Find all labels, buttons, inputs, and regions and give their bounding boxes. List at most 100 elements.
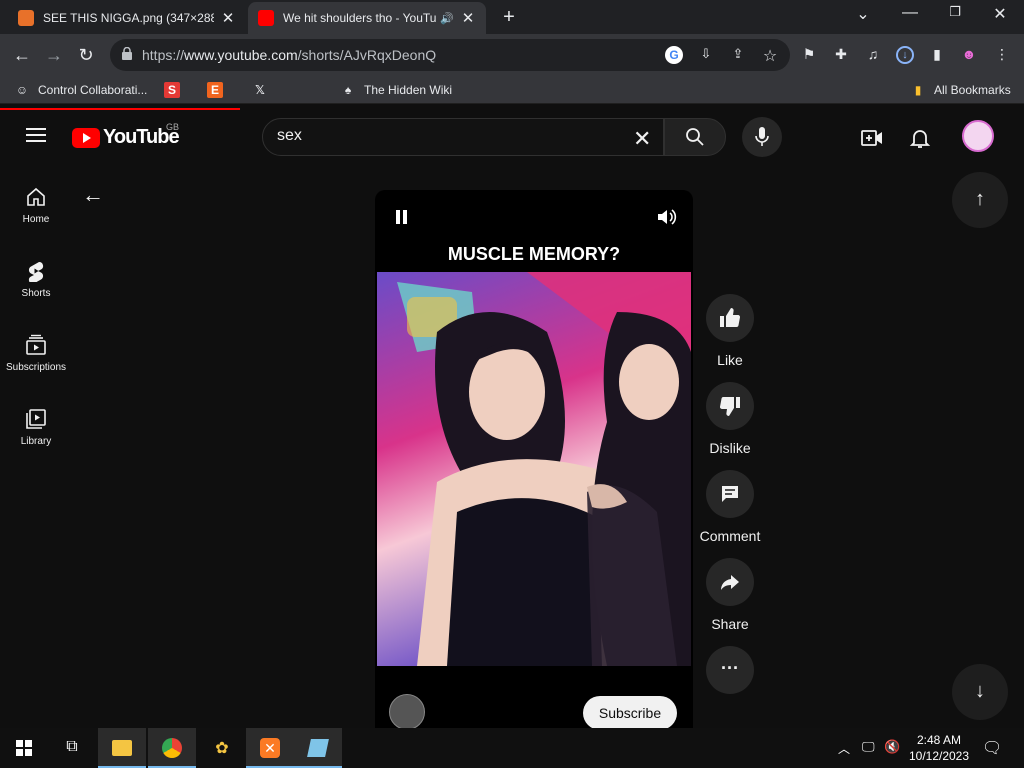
- subscribe-button[interactable]: Subscribe: [583, 696, 677, 730]
- create-video-icon[interactable]: [860, 126, 884, 150]
- taskbar-file-explorer[interactable]: [98, 728, 146, 768]
- sidebar-item-library[interactable]: Library: [0, 408, 72, 447]
- more-action[interactable]: ···: [698, 646, 762, 694]
- start-button[interactable]: [0, 728, 48, 768]
- notifications-icon[interactable]: 🗨: [982, 738, 1002, 758]
- taskbar-clock[interactable]: 2:48 AM 10/12/2023: [906, 732, 972, 764]
- bookmark-etsy[interactable]: E: [207, 82, 231, 98]
- search-icon: [686, 128, 704, 146]
- shorts-player[interactable]: MUSCLE MEMORY? Subscribe: [375, 190, 693, 730]
- new-tab-button[interactable]: +: [499, 6, 519, 29]
- more-options-button[interactable]: ···: [706, 646, 754, 694]
- reload-button[interactable]: ↻: [74, 43, 98, 67]
- download-icon[interactable]: ↓: [896, 46, 914, 64]
- bookmark-label: The Hidden Wiki: [364, 83, 453, 97]
- search-input[interactable]: [277, 127, 607, 145]
- sidebar-item-shorts[interactable]: Shorts: [0, 260, 72, 299]
- restore-button[interactable]: ❐: [935, 4, 975, 20]
- taskbar-chrome[interactable]: [148, 728, 196, 768]
- onion-icon: ♠: [344, 83, 352, 97]
- channel-avatar[interactable]: [389, 694, 425, 730]
- task-view-button[interactable]: ⧉: [48, 728, 96, 768]
- url-text: https://www.youtube.com/shorts/AJvRqxDeo…: [142, 47, 436, 63]
- tab-title: We hit shoulders tho - YouTube: [283, 11, 437, 25]
- comment-action[interactable]: Comment: [698, 470, 762, 544]
- speaker-icon[interactable]: 🔊: [440, 12, 454, 25]
- side-panel-icon[interactable]: ▮: [928, 46, 946, 64]
- bookmark-s[interactable]: S: [164, 82, 188, 98]
- menu-icon[interactable]: [26, 128, 46, 142]
- previous-short-button[interactable]: ↑: [952, 172, 1008, 228]
- network-icon[interactable]: 🖵: [862, 739, 875, 755]
- taskbar-app-bee[interactable]: ✿: [198, 728, 246, 768]
- sidebar-item-home[interactable]: Home: [0, 186, 72, 225]
- account-avatar[interactable]: [962, 120, 994, 152]
- bookmark-x[interactable]: 𝕏: [252, 82, 276, 98]
- xampp-icon: ✕: [260, 738, 280, 758]
- youtube-favicon-icon: [258, 10, 274, 26]
- thumbs-down-icon: [719, 396, 740, 416]
- search-box[interactable]: ✕: [262, 118, 664, 156]
- subscriptions-icon: [26, 334, 46, 355]
- profile-bookmark-icon: ☺: [15, 83, 29, 97]
- url-prefix: https://: [142, 47, 185, 63]
- tab-youtube[interactable]: We hit shoulders tho - YouTube 🔊 ✕: [248, 2, 486, 34]
- profile-avatar-icon[interactable]: ☻: [960, 46, 978, 64]
- clear-search-icon[interactable]: ✕: [633, 126, 651, 152]
- like-button[interactable]: [706, 294, 754, 342]
- url-domain: www.youtube.com: [184, 47, 298, 63]
- voice-search-button[interactable]: [742, 117, 782, 157]
- bookmark-hidden-wiki[interactable]: ♠ The Hidden Wiki: [340, 82, 452, 98]
- window-close-button[interactable]: ✕: [980, 4, 1020, 24]
- back-button[interactable]: ←: [10, 43, 34, 67]
- bookmark-label: Control Collaborati...: [38, 83, 148, 97]
- share-action[interactable]: Share: [698, 558, 762, 632]
- browser-tab-strip: SEE THIS NIGGA.png (347×288) ✕ We hit sh…: [0, 0, 1024, 34]
- pause-icon[interactable]: [395, 210, 409, 224]
- comment-button[interactable]: [706, 470, 754, 518]
- home-icon: [27, 187, 45, 206]
- etsy-logo-icon: E: [207, 82, 223, 98]
- tab-search-icon[interactable]: ⌄: [843, 4, 883, 24]
- bookmark-star-icon[interactable]: ☆: [761, 46, 779, 65]
- like-action[interactable]: Like: [698, 294, 762, 368]
- close-icon[interactable]: ✕: [460, 9, 476, 27]
- back-arrow-icon[interactable]: ←: [82, 182, 104, 208]
- next-short-button[interactable]: ↓: [952, 664, 1008, 720]
- address-bar[interactable]: https://www.youtube.com/shorts/AJvRqxDeo…: [110, 39, 790, 71]
- close-icon[interactable]: ✕: [220, 9, 236, 27]
- google-lens-icon[interactable]: G: [665, 46, 683, 64]
- more-horizontal-icon: ···: [721, 658, 739, 678]
- browser-toolbar: ← → ↻ https://www.youtube.com/shorts/AJv…: [0, 34, 1024, 76]
- share-icon[interactable]: ⇪: [729, 46, 747, 64]
- arrow-down-icon: ↓: [975, 680, 985, 702]
- notifications-bell-icon[interactable]: [908, 126, 932, 150]
- volume-icon[interactable]: [655, 206, 677, 228]
- volume-muted-icon[interactable]: 🔇: [884, 739, 900, 755]
- share-button[interactable]: [706, 558, 754, 606]
- url-path: /shorts/AJvRqxDeonQ: [297, 47, 437, 63]
- bookmarks-bar: ☺ Control Collaborati... S E 𝕏 ♠ The Hid…: [0, 76, 1024, 104]
- taskbar-notepad[interactable]: [294, 728, 342, 768]
- install-app-icon[interactable]: ⇩: [697, 46, 715, 64]
- forward-button[interactable]: →: [42, 43, 66, 67]
- extensions-puzzle-icon[interactable]: ✚: [832, 46, 850, 64]
- bookmark-all[interactable]: ▮ All Bookmarks: [910, 82, 1011, 98]
- tab-image[interactable]: SEE THIS NIGGA.png (347×288) ✕: [8, 2, 246, 34]
- media-control-icon[interactable]: ♫: [864, 46, 882, 64]
- show-hidden-icons[interactable]: ︿: [838, 740, 850, 757]
- taskbar-xampp[interactable]: ✕: [246, 728, 294, 768]
- video-frame[interactable]: [377, 272, 691, 666]
- youtube-page: YouTube GB ✕ Home Shorts Subscriptions L…: [0, 110, 1024, 730]
- bookmark-control-collaboration[interactable]: ☺ Control Collaborati...: [14, 82, 148, 98]
- sidebar-item-subscriptions[interactable]: Subscriptions: [0, 334, 72, 373]
- dislike-button[interactable]: [706, 382, 754, 430]
- sidebar-label: Shorts: [21, 288, 51, 299]
- search-button[interactable]: [664, 118, 726, 156]
- youtube-logo[interactable]: YouTube: [72, 126, 180, 149]
- more-menu-icon[interactable]: ⋮: [993, 46, 1011, 64]
- flag-icon[interactable]: ⚑: [800, 46, 818, 64]
- minimize-button[interactable]: —: [890, 4, 930, 22]
- dislike-action[interactable]: Dislike: [698, 382, 762, 456]
- notepad-icon: [307, 739, 329, 757]
